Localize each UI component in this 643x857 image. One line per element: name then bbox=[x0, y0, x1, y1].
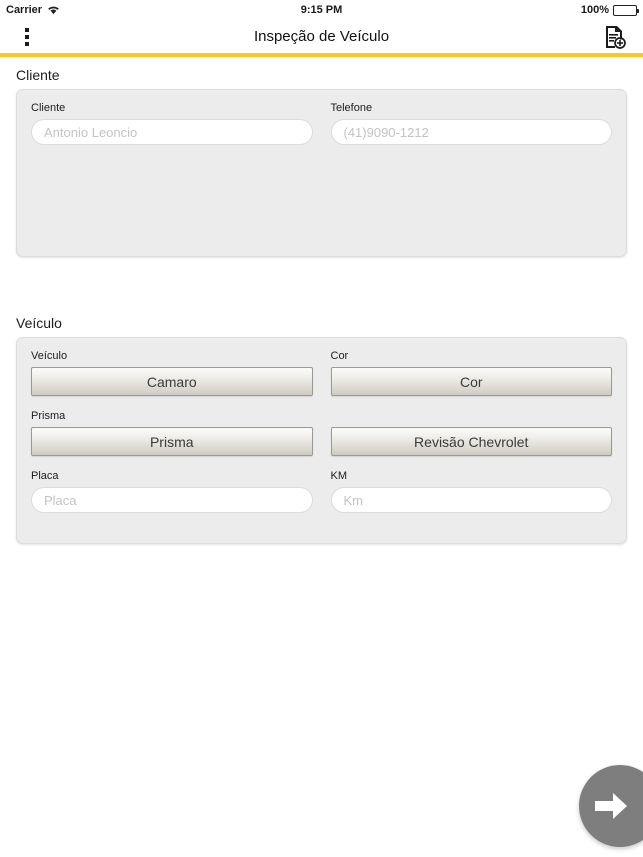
action-bar: Inspeção de Veículo bbox=[0, 20, 643, 53]
vehicle-prisma-label: Prisma bbox=[31, 410, 66, 422]
vehicle-row-model-color: Veículo Camaro Cor Cor bbox=[31, 350, 612, 396]
vehicle-color-group: Cor Cor bbox=[330, 350, 612, 396]
client-card: Cliente Telefone bbox=[16, 89, 627, 257]
client-phone-input[interactable] bbox=[330, 119, 612, 145]
vehicle-revision-group: Revisão Chevrolet bbox=[330, 410, 612, 456]
battery-full-icon bbox=[613, 4, 639, 16]
vehicle-km-group: KM bbox=[330, 470, 612, 513]
vehicle-plate-group: Placa bbox=[31, 470, 313, 513]
form-content: Cliente Cliente Telefone Veículo Veículo… bbox=[0, 67, 643, 857]
vehicle-color-label: Cor bbox=[330, 350, 349, 362]
document-add-icon[interactable] bbox=[601, 22, 629, 52]
vehicle-km-label: KM bbox=[330, 470, 348, 482]
status-bar-clock: 9:15 PM bbox=[300, 4, 343, 16]
vehicle-model-group: Veículo Camaro bbox=[31, 350, 313, 396]
vehicle-plate-label: Placa bbox=[31, 470, 59, 482]
vehicle-color-button[interactable]: Cor bbox=[330, 367, 612, 396]
next-fab-button[interactable] bbox=[579, 765, 643, 847]
vehicle-km-input[interactable] bbox=[330, 487, 612, 513]
vehicle-row-prisma-revision: Prisma Prisma Revisão Chevrolet bbox=[31, 410, 612, 456]
overflow-menu-icon[interactable] bbox=[14, 22, 40, 52]
vehicle-revision-button[interactable]: Revisão Chevrolet bbox=[330, 427, 612, 456]
arrow-right-icon bbox=[595, 793, 627, 819]
client-phone-field-group: Telefone bbox=[330, 102, 612, 145]
accent-divider bbox=[0, 53, 643, 57]
client-name-field-group: Cliente bbox=[31, 102, 313, 145]
overflow-dot bbox=[25, 27, 29, 32]
client-name-input[interactable] bbox=[31, 119, 313, 145]
client-name-label: Cliente bbox=[31, 102, 66, 114]
client-phone-label: Telefone bbox=[330, 102, 373, 114]
vehicle-prisma-group: Prisma Prisma bbox=[31, 410, 313, 456]
vehicle-prisma-button[interactable]: Prisma bbox=[31, 427, 313, 456]
vehicle-model-label: Veículo bbox=[31, 350, 68, 362]
status-bar: Carrier 9:15 PM 100% bbox=[0, 0, 643, 20]
vehicle-row-plate-km: Placa KM bbox=[31, 470, 612, 513]
page-title: Inspeção de Veículo bbox=[253, 28, 390, 45]
vehicle-plate-input[interactable] bbox=[31, 487, 313, 513]
overflow-dot bbox=[25, 34, 29, 39]
client-field-row: Cliente Telefone bbox=[31, 102, 612, 145]
vehicle-model-button[interactable]: Camaro bbox=[31, 367, 313, 396]
section-heading-vehicle: Veículo bbox=[16, 315, 62, 331]
vehicle-card: Veículo Camaro Cor Cor Prisma Prisma Rev… bbox=[16, 337, 627, 544]
section-heading-client: Cliente bbox=[16, 67, 60, 83]
overflow-dot bbox=[25, 41, 29, 46]
